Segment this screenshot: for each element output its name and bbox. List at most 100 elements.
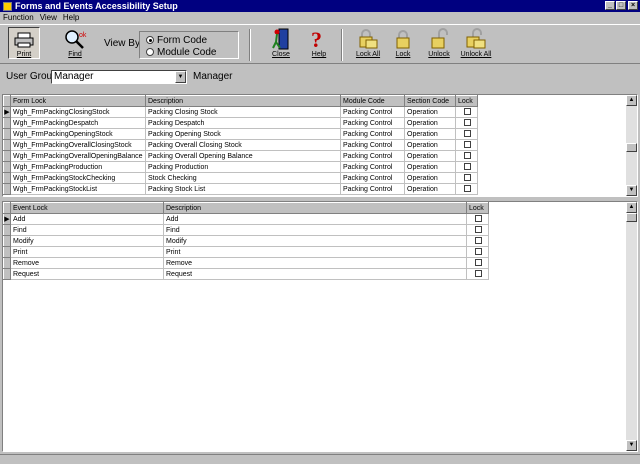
lock-all-button[interactable]: Lock All [352, 27, 384, 63]
cell-form[interactable]: Wgh_FrmPackingOverallClosingStock [10, 139, 146, 151]
user-group-select[interactable]: Manager ▼ [51, 70, 187, 84]
help-button[interactable]: ? Help [304, 27, 334, 63]
cell-event[interactable]: Modify [10, 235, 164, 247]
cell-form[interactable]: Wgh_FrmPackingProduction [10, 161, 146, 173]
cell-desc[interactable]: Packing Closing Stock [145, 106, 341, 118]
lock-checkbox[interactable] [464, 108, 471, 116]
table-row[interactable]: Modify Modify [3, 235, 489, 247]
row-selector[interactable] [3, 246, 11, 258]
cell-form[interactable]: Wgh_FrmPackingClosingStock [10, 106, 146, 118]
lock-checkbox[interactable] [475, 259, 482, 267]
cell-desc[interactable]: Stock Checking [145, 172, 341, 184]
table-row[interactable]: Request Request [3, 268, 489, 280]
lock-checkbox[interactable] [464, 130, 471, 138]
lock-checkbox[interactable] [475, 226, 482, 234]
table-row[interactable]: Wgh_FrmPackingStockList Packing Stock Lis… [3, 183, 478, 195]
row-selector[interactable] [3, 224, 11, 236]
scroll-up-button[interactable]: ▲ [626, 202, 637, 213]
lock-cell[interactable] [466, 268, 489, 280]
cell-module[interactable]: Packing Control [340, 183, 405, 195]
lock-checkbox[interactable] [464, 163, 471, 171]
row-selector[interactable] [3, 128, 11, 140]
cell-section[interactable]: Operation [404, 183, 456, 195]
viewby-form-code-radio[interactable]: Form Code [146, 34, 238, 46]
unlock-button[interactable]: Unlock [424, 27, 454, 63]
cell-section[interactable]: Operation [404, 161, 456, 173]
table-row[interactable]: Wgh_FrmPackingStockChecking Stock Checkin… [3, 172, 478, 184]
cell-section[interactable]: Operation [404, 117, 456, 129]
cell-event[interactable]: Add [10, 213, 164, 225]
cell-desc[interactable]: Print [163, 246, 467, 258]
minimize-button[interactable]: _ [605, 1, 615, 10]
cell-desc[interactable]: Packing Opening Stock [145, 128, 341, 140]
cell-desc[interactable]: Packing Overall Closing Stock [145, 139, 341, 151]
close-window-button[interactable]: × [628, 1, 638, 10]
cell-desc[interactable]: Find [163, 224, 467, 236]
event-grid-scrollbar[interactable]: ▲ ▼ [626, 202, 637, 451]
cell-module[interactable]: Packing Control [340, 139, 405, 151]
table-row[interactable]: Wgh_FrmPackingDespatch Packing Despatch Pa… [3, 117, 478, 129]
row-selector[interactable] [3, 235, 11, 247]
row-selector[interactable]: ▶ [3, 213, 11, 225]
print-button[interactable]: Print [8, 27, 40, 59]
lock-cell[interactable] [455, 139, 478, 151]
menu-help[interactable]: Help [60, 13, 82, 22]
table-row[interactable]: Wgh_FrmPackingProduction Packing Producti… [3, 161, 478, 173]
lock-cell[interactable] [466, 224, 489, 236]
lock-cell[interactable] [466, 235, 489, 247]
cell-event[interactable]: Remove [10, 257, 164, 269]
table-row[interactable]: Print Print [3, 246, 489, 258]
cell-event[interactable]: Request [10, 268, 164, 280]
close-button[interactable]: Close [266, 27, 296, 63]
cell-event[interactable]: Find [10, 224, 164, 236]
cell-section[interactable]: Operation [404, 139, 456, 151]
lock-checkbox[interactable] [475, 237, 482, 245]
lock-cell[interactable] [455, 128, 478, 140]
lock-cell[interactable] [466, 213, 489, 225]
cell-section[interactable]: Operation [404, 150, 456, 162]
row-selector[interactable] [3, 268, 11, 280]
cell-module[interactable]: Packing Control [340, 161, 405, 173]
table-row[interactable]: Find Find [3, 224, 489, 236]
row-selector[interactable] [3, 257, 11, 269]
viewby-module-code-radio[interactable]: Module Code [146, 46, 238, 58]
lock-checkbox[interactable] [475, 248, 482, 256]
cell-desc[interactable]: Packing Despatch [145, 117, 341, 129]
lock-checkbox[interactable] [464, 174, 471, 182]
unlock-all-button[interactable]: Unlock All [458, 27, 494, 63]
scroll-thumb[interactable] [626, 213, 637, 222]
column-header[interactable]: Lock [455, 95, 478, 107]
column-header[interactable]: Description [163, 202, 467, 214]
cell-form[interactable]: Wgh_FrmPackingOverallOpeningBalance [10, 150, 146, 162]
scroll-up-button[interactable]: ▲ [626, 95, 637, 106]
form-grid-scrollbar[interactable]: ▲ ▼ [626, 95, 637, 196]
cell-desc[interactable]: Packing Overall Opening Balance [145, 150, 341, 162]
lock-cell[interactable] [455, 161, 478, 173]
scroll-thumb[interactable] [626, 143, 637, 152]
cell-module[interactable]: Packing Control [340, 106, 405, 118]
table-row[interactable]: Wgh_FrmPackingOpeningStock Packing Openin… [3, 128, 478, 140]
cell-desc[interactable]: Packing Production [145, 161, 341, 173]
cell-section[interactable]: Operation [404, 106, 456, 118]
row-selector[interactable] [3, 150, 11, 162]
menu-view[interactable]: View [37, 13, 60, 22]
lock-checkbox[interactable] [464, 119, 471, 127]
cell-form[interactable]: Wgh_FrmPackingStockChecking [10, 172, 146, 184]
lock-cell[interactable] [466, 257, 489, 269]
column-header[interactable]: Description [145, 95, 341, 107]
table-row[interactable]: Remove Remove [3, 257, 489, 269]
column-header[interactable]: Form Lock [10, 95, 146, 107]
table-row[interactable]: ▶ Wgh_FrmPackingClosingStock Packing Closi… [3, 106, 478, 118]
find-button[interactable]: ok Find [60, 27, 90, 63]
lock-checkbox[interactable] [475, 215, 482, 223]
row-selector[interactable] [3, 172, 11, 184]
maximize-button[interactable]: □ [616, 1, 626, 10]
cell-desc[interactable]: Modify [163, 235, 467, 247]
cell-module[interactable]: Packing Control [340, 128, 405, 140]
lock-checkbox[interactable] [464, 185, 471, 193]
lock-cell[interactable] [455, 106, 478, 118]
row-selector[interactable] [3, 183, 11, 195]
cell-module[interactable]: Packing Control [340, 172, 405, 184]
cell-desc[interactable]: Request [163, 268, 467, 280]
row-selector[interactable] [3, 117, 11, 129]
